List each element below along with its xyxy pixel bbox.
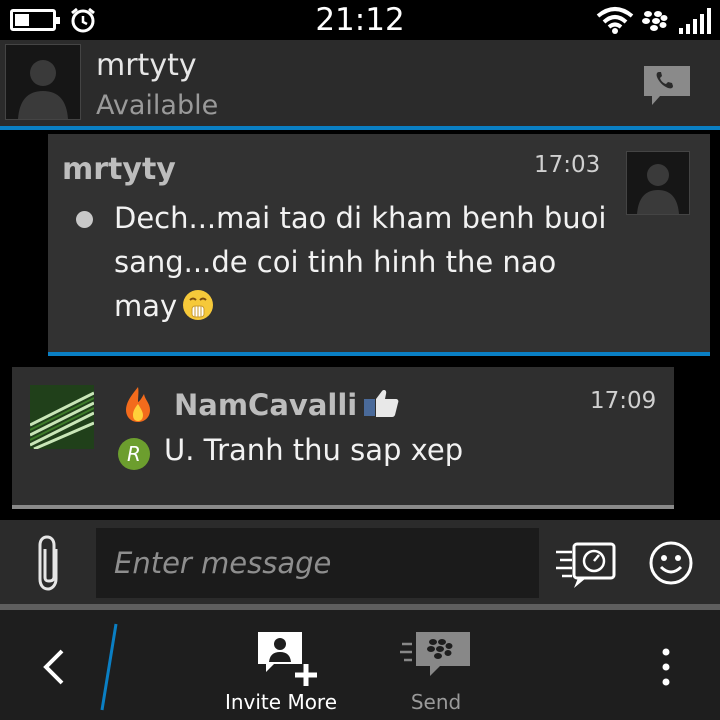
sender-avatar: [626, 151, 690, 215]
contact-name: mrtyty: [96, 48, 197, 83]
paperclip-icon[interactable]: [32, 533, 66, 593]
message-text: U. Tranh thu sap xep: [164, 433, 464, 467]
message-sender: mrtyty: [62, 152, 176, 187]
message-divider: [12, 505, 674, 509]
sender-avatar: [30, 385, 94, 449]
signal-icon: [679, 8, 711, 34]
message-divider: [48, 352, 710, 356]
gray-dot-icon: [76, 211, 93, 228]
ping-icon[interactable]: [554, 540, 618, 590]
bbm-send-icon[interactable]: [400, 630, 472, 680]
message-sender: NamCavalli: [174, 388, 358, 422]
message-text: Dech...mai tao di kham benh buoi sang...…: [114, 201, 607, 323]
invite-more-label[interactable]: Invite More: [218, 690, 344, 714]
header-divider: [0, 126, 720, 130]
flame-icon: [126, 387, 150, 422]
message-time: 17:09: [590, 388, 657, 414]
wifi-icon: [596, 7, 634, 34]
tab-divider: [100, 623, 118, 711]
status-time: 21:12: [315, 2, 405, 38]
invite-icon[interactable]: [256, 630, 322, 688]
smiley-icon[interactable]: [648, 540, 694, 586]
thumbs-up-icon: [364, 390, 399, 417]
read-badge: R: [118, 438, 150, 470]
back-chevron-icon[interactable]: [38, 645, 68, 689]
contact-status: Available: [96, 90, 219, 121]
phone-bubble-icon[interactable]: [642, 64, 692, 106]
blackberry-icon: [642, 11, 668, 31]
alarm-clock-icon: [71, 7, 95, 33]
face-with-hand-over-mouth-icon: [183, 290, 214, 320]
contact-avatar[interactable]: [5, 44, 81, 120]
send-label[interactable]: Send: [398, 690, 474, 714]
message-input[interactable]: [96, 528, 539, 598]
message-time: 17:03: [534, 152, 601, 178]
status-bar: 21:12: [0, 0, 720, 40]
overflow-menu-icon[interactable]: [658, 647, 674, 687]
battery-icon: [10, 9, 60, 31]
